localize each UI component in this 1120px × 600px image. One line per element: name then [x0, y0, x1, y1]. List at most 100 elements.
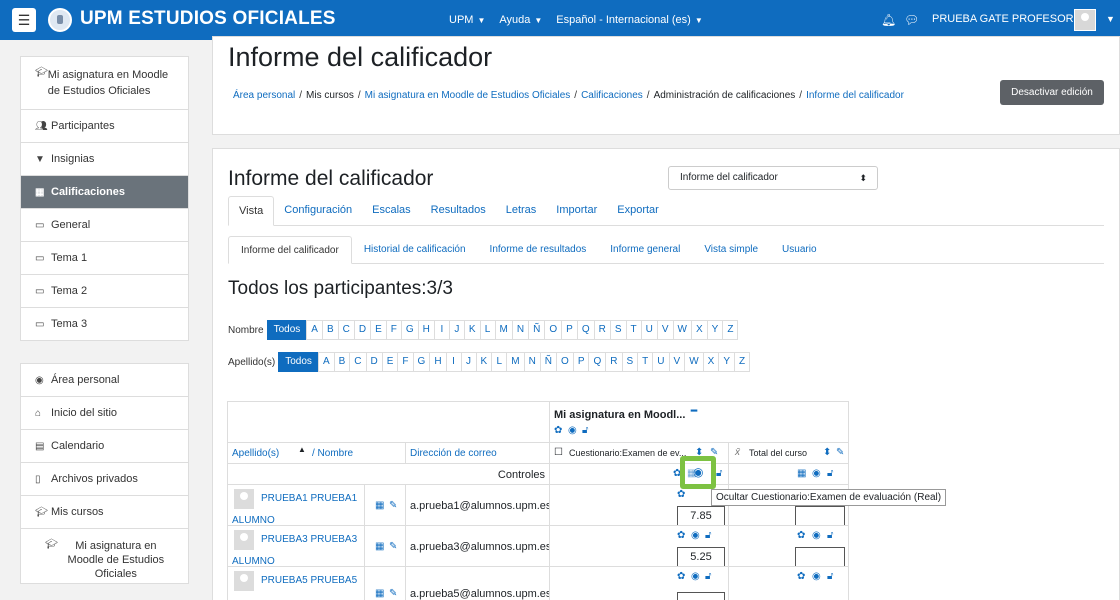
- gear-icon[interactable]: ✿: [677, 530, 685, 541]
- user-avatar[interactable]: [234, 489, 254, 509]
- chevron-down-icon[interactable]: ▼: [1106, 14, 1115, 24]
- edit-pencil-icon[interactable]: ✎: [836, 447, 844, 458]
- drawer-item-area-personal[interactable]: ◉ Área personal: [20, 363, 189, 397]
- eye-icon[interactable]: ◉: [691, 571, 700, 582]
- drawer-item-course[interactable]: 🎓︎ Mi asignatura en Moodle de Estudios Of…: [20, 56, 189, 110]
- subtab-user[interactable]: Usuario: [770, 236, 828, 263]
- tab-vista[interactable]: Vista: [228, 196, 275, 226]
- drawer-item-grades[interactable]: ▦ Calificaciones: [20, 175, 189, 209]
- initial-letter-button[interactable]: D: [353, 320, 372, 340]
- initial-letter-button[interactable]: L: [479, 320, 496, 340]
- hide-quiz-button[interactable]: ◉: [680, 456, 716, 489]
- initial-letter-button[interactable]: M: [494, 320, 513, 340]
- initial-letter-button[interactable]: D: [365, 352, 383, 372]
- breadcrumb-grades[interactable]: Calificaciones: [581, 90, 643, 101]
- initial-letter-button[interactable]: N: [511, 320, 530, 340]
- drawer-item-tema-2[interactable]: ▭ Tema 2: [20, 274, 189, 308]
- edit-pencil-icon[interactable]: ✎: [389, 541, 397, 552]
- gear-icon[interactable]: ✿: [677, 571, 685, 582]
- quiz-column-link[interactable]: Cuestionario:Examen de ev...: [569, 448, 687, 458]
- initial-letter-button[interactable]: Q: [576, 320, 595, 340]
- initial-letter-button[interactable]: G: [400, 320, 419, 340]
- drawer-item-participants[interactable]: 👥︎ Participantes: [20, 109, 189, 143]
- edit-pencil-icon[interactable]: ✎: [389, 500, 397, 511]
- initial-letter-button[interactable]: R: [593, 320, 611, 340]
- collapse-icon[interactable]: ━: [691, 406, 697, 417]
- initial-letter-button[interactable]: F: [397, 352, 414, 372]
- initial-letter-button[interactable]: O: [544, 320, 563, 340]
- initial-letter-button[interactable]: G: [412, 352, 431, 372]
- table-icon[interactable]: ▦: [375, 541, 384, 552]
- initial-letter-button[interactable]: K: [463, 320, 481, 340]
- drawer-item-calendar[interactable]: ▤ Calendario: [20, 429, 189, 463]
- turn-editing-off-button[interactable]: Desactivar edición: [1000, 80, 1104, 105]
- unlock-icon[interactable]: 🔓︎: [582, 425, 588, 436]
- user-name-link[interactable]: PRUEBA5 PRUEBA5: [261, 575, 357, 586]
- initial-letter-button[interactable]: J: [448, 320, 465, 340]
- menu-language[interactable]: Español - Internacional (es) ▼: [556, 14, 702, 26]
- unlock-icon[interactable]: 🔓︎: [827, 571, 833, 582]
- initial-letter-button[interactable]: B: [321, 320, 339, 340]
- edit-pencil-icon[interactable]: ✎: [389, 588, 397, 599]
- chat-icon[interactable]: 💬︎: [904, 13, 919, 27]
- gear-icon[interactable]: ✿: [797, 530, 805, 541]
- user-avatar[interactable]: [234, 571, 254, 591]
- drawer-item-home[interactable]: ⌂ Inicio del sitio: [20, 396, 189, 430]
- user-name[interactable]: PRUEBA GATE PROFESOR: [932, 13, 1074, 25]
- brand-logo-icon[interactable]: [48, 8, 72, 32]
- initial-letter-button[interactable]: Z: [733, 352, 751, 372]
- initial-letter-button[interactable]: F: [385, 320, 402, 340]
- tab-resultados[interactable]: Resultados: [421, 196, 496, 225]
- drawer-item-badges[interactable]: ▼ Insignias: [20, 142, 189, 176]
- user-name-link[interactable]: PRUEBA3 PRUEBA3: [261, 534, 357, 545]
- initial-letter-button[interactable]: H: [417, 320, 435, 340]
- unlock-icon[interactable]: 🔓︎: [716, 468, 722, 479]
- subtab-overview[interactable]: Informe general: [598, 236, 692, 263]
- subtab-outcomes[interactable]: Informe de resultados: [478, 236, 599, 263]
- unlock-icon[interactable]: 🔓︎: [827, 530, 833, 541]
- gear-icon[interactable]: ✿: [677, 489, 685, 500]
- bell-icon[interactable]: 🔔︎: [881, 13, 896, 27]
- initial-letter-button[interactable]: M: [506, 352, 525, 372]
- grade-input[interactable]: 7.85: [677, 506, 725, 526]
- tab-letras[interactable]: Letras: [496, 196, 547, 225]
- menu-ayuda[interactable]: Ayuda ▼: [499, 14, 542, 26]
- initial-letter-button[interactable]: N: [523, 352, 541, 372]
- initial-letter-button[interactable]: Y: [706, 320, 724, 340]
- initial-letter-button[interactable]: V: [656, 320, 674, 340]
- initial-letter-button[interactable]: I: [445, 352, 462, 372]
- drawer-item-tema-1[interactable]: ▭ Tema 1: [20, 241, 189, 275]
- avatar[interactable]: [1074, 9, 1096, 31]
- menu-toggle-icon[interactable]: ☰: [12, 8, 36, 32]
- eye-icon[interactable]: ◉: [812, 468, 821, 479]
- eye-icon[interactable]: ◉: [812, 530, 821, 541]
- initial-letter-button[interactable]: W: [684, 352, 704, 372]
- initial-letter-button[interactable]: E: [370, 320, 387, 340]
- initial-letter-button[interactable]: C: [337, 320, 355, 340]
- initial-letter-button[interactable]: R: [605, 352, 623, 372]
- initial-letter-button[interactable]: Y: [718, 352, 735, 372]
- initial-letter-button[interactable]: V: [668, 352, 686, 372]
- subtab-grader-report[interactable]: Informe del calificador: [228, 236, 352, 264]
- total-input[interactable]: [795, 547, 845, 567]
- table-icon[interactable]: ▦: [797, 468, 806, 479]
- report-selector[interactable]: Informe del calificador ⬍: [668, 166, 878, 190]
- initial-letter-button[interactable]: Ñ: [528, 320, 546, 340]
- initial-letter-button[interactable]: Q: [588, 352, 607, 372]
- sort-lastname-link[interactable]: Apellido(s): [232, 448, 279, 459]
- initial-letter-button[interactable]: U: [652, 352, 670, 372]
- initial-letter-button[interactable]: W: [672, 320, 692, 340]
- tab-exportar[interactable]: Exportar: [607, 196, 669, 225]
- drawer-item-tema-3[interactable]: ▭ Tema 3: [20, 307, 189, 341]
- gear-icon[interactable]: ✿: [554, 425, 562, 436]
- initial-letter-button[interactable]: E: [381, 352, 399, 372]
- drawer-item-my-courses[interactable]: 🎓︎ Mis cursos: [20, 495, 189, 529]
- initial-letter-button[interactable]: P: [572, 352, 590, 372]
- user-avatar[interactable]: [234, 530, 254, 550]
- initial-letter-button[interactable]: S: [609, 320, 627, 340]
- initial-letter-button[interactable]: B: [333, 352, 351, 372]
- brand-title[interactable]: UPM ESTUDIOS OFICIALES: [80, 8, 336, 30]
- tab-escalas[interactable]: Escalas: [362, 196, 421, 225]
- initial-letter-button[interactable]: U: [640, 320, 658, 340]
- initial-letter-button[interactable]: H: [429, 352, 447, 372]
